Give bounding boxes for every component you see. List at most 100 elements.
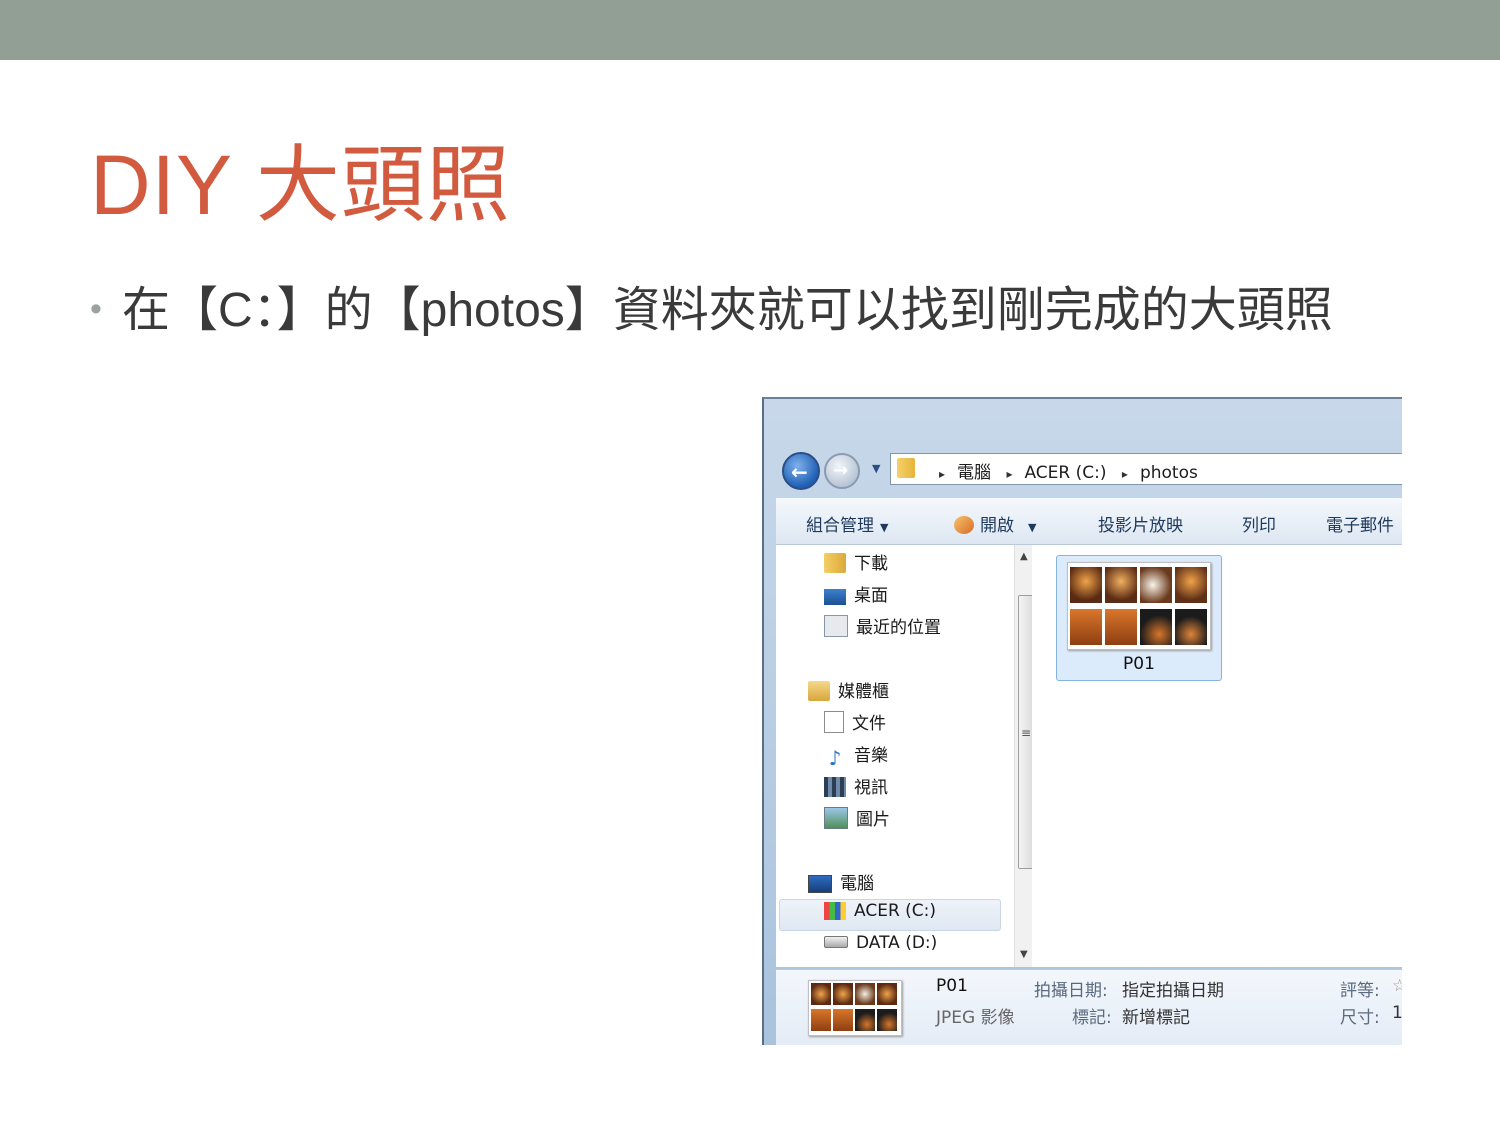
recent-places-icon	[824, 615, 848, 637]
nav-item-recent[interactable]: 最近的位置	[824, 613, 941, 641]
nav-item-label: ACER (C:)	[854, 901, 937, 921]
photo-frame	[811, 983, 831, 1005]
command-bar: 組合管理 ▼ 開啟 ▼ 投影片放映 列印 電子郵件	[776, 497, 1402, 545]
forward-button[interactable]: →	[824, 453, 860, 489]
nav-item-computer[interactable]: 電腦	[808, 869, 874, 897]
nav-item-music[interactable]: ♪ 音樂	[824, 741, 888, 770]
downloads-folder-icon	[824, 553, 846, 573]
details-tags-value[interactable]: 新增標記	[1122, 1003, 1190, 1028]
photo-frame	[855, 983, 875, 1005]
windows-drive-icon	[824, 902, 846, 920]
details-file-type: JPEG 影像	[936, 1008, 1015, 1028]
slide-title: DIY 大頭照	[90, 138, 511, 232]
details-date-value[interactable]: 指定拍攝日期	[1122, 976, 1224, 1001]
chevron-down-icon[interactable]: ▼	[1028, 521, 1036, 534]
photo-frame	[1175, 567, 1207, 603]
back-arrow-icon: ←	[791, 460, 808, 484]
music-note-icon: ♪	[828, 746, 842, 770]
photo-frame	[877, 983, 897, 1005]
nav-item-downloads[interactable]: 下載	[824, 549, 888, 577]
nav-item-documents[interactable]: 文件	[824, 709, 886, 737]
photo-frame	[1070, 609, 1102, 645]
nav-item-drive-d[interactable]: DATA (D:)	[824, 933, 937, 961]
photo-thumbnail	[1067, 562, 1211, 650]
file-list: P01	[1032, 545, 1402, 967]
navigation-pane: 下載 桌面 最近的位置 媒體櫃 文件 ♪ 音樂 視訊 圖片 電腦 ACER (C:…	[776, 545, 1035, 967]
breadcrumb-separator-icon[interactable]: ▸	[1122, 467, 1128, 481]
photo-frame	[1140, 609, 1172, 645]
recent-pages-dropdown-icon[interactable]: ▼	[872, 462, 880, 475]
nav-item-label: 桌面	[854, 586, 888, 606]
nav-item-label: 最近的位置	[856, 618, 941, 638]
photo-frame	[833, 1009, 853, 1031]
nav-item-label: 視訊	[854, 778, 888, 798]
documents-icon	[824, 711, 844, 733]
details-thumbnail	[808, 980, 902, 1036]
breadcrumb: ▸ 電腦 ▸ ACER (C:) ▸ photos	[929, 458, 1198, 483]
organize-button[interactable]: 組合管理 ▼	[806, 511, 888, 536]
nav-item-libraries[interactable]: 媒體櫃	[808, 677, 889, 705]
breadcrumb-separator-icon[interactable]: ▸	[1006, 467, 1012, 481]
breadcrumb-drive-c[interactable]: ACER (C:)	[1024, 463, 1106, 483]
slide-top-bar	[0, 0, 1500, 60]
slide-bullet: • 在【C：】的【photos】資料夾就可以找到剛完成的大頭照	[90, 270, 1333, 340]
photo-frame	[1105, 567, 1137, 603]
open-button[interactable]: 開啟 ▼	[954, 511, 1036, 536]
libraries-icon	[808, 681, 830, 701]
film-strip-icon	[824, 777, 846, 797]
nav-item-drive-c[interactable]: ACER (C:)	[824, 901, 936, 929]
scroll-up-icon[interactable]: ▲	[1020, 551, 1028, 562]
photo-frame	[833, 983, 853, 1005]
bullet-text: 在【C：】的【photos】資料夾就可以找到剛完成的大頭照	[122, 284, 1333, 337]
rating-star-icon[interactable]: ☆	[1392, 976, 1402, 996]
file-name-label: P01	[1123, 654, 1155, 674]
nav-item-label: 電腦	[840, 874, 874, 894]
photo-frame	[1175, 609, 1207, 645]
open-with-icon	[954, 516, 974, 534]
photo-frame	[1140, 567, 1172, 603]
nav-item-desktop[interactable]: 桌面	[824, 581, 888, 609]
file-item-p01[interactable]: P01	[1056, 555, 1222, 681]
photo-frame	[1105, 609, 1137, 645]
email-button[interactable]: 電子郵件	[1326, 511, 1394, 536]
nav-item-pictures[interactable]: 圖片	[824, 805, 890, 833]
nav-item-label: 媒體櫃	[838, 682, 889, 702]
scroll-down-icon[interactable]: ▼	[1020, 949, 1028, 960]
address-bar[interactable]: ▸ 電腦 ▸ ACER (C:) ▸ photos	[890, 453, 1402, 485]
hard-drive-icon	[824, 936, 848, 948]
breadcrumb-computer[interactable]: 電腦	[957, 463, 991, 483]
desktop-icon	[824, 589, 846, 605]
details-file-name: P01	[936, 976, 968, 996]
chevron-down-icon: ▼	[880, 521, 889, 534]
navigation-bar: ← → ▼ ▸ 電腦 ▸ ACER (C:) ▸ photos	[764, 447, 1402, 491]
nav-item-label: 下載	[854, 554, 888, 574]
photo-frame	[877, 1009, 897, 1031]
details-date-label: 拍攝日期:	[1034, 981, 1108, 1001]
explorer-window: ← → ▼ ▸ 電腦 ▸ ACER (C:) ▸ photos 組合管理 ▼ 開啟 ▼ 投…	[762, 397, 1402, 1045]
grip-icon: ≡	[1021, 726, 1032, 740]
pictures-icon	[824, 807, 848, 829]
details-tags-label: 標記:	[1072, 1008, 1112, 1028]
details-rating-label: 評等:	[1340, 981, 1380, 1001]
photo-frame	[1070, 567, 1102, 603]
breadcrumb-separator-icon[interactable]: ▸	[939, 467, 945, 481]
bullet-marker: •	[90, 290, 102, 328]
nav-item-label: 圖片	[856, 810, 890, 830]
print-button[interactable]: 列印	[1242, 511, 1276, 536]
nav-item-label: DATA (D:)	[856, 933, 938, 953]
nav-item-videos[interactable]: 視訊	[824, 773, 888, 801]
photo-frame	[811, 1009, 831, 1031]
details-size-value: 1	[1392, 1003, 1402, 1023]
slideshow-button[interactable]: 投影片放映	[1098, 511, 1183, 536]
nav-item-label: 文件	[852, 714, 886, 734]
computer-icon	[808, 875, 832, 893]
folder-icon	[897, 458, 915, 478]
back-button[interactable]: ←	[782, 452, 820, 490]
breadcrumb-photos[interactable]: photos	[1140, 463, 1198, 483]
open-label: 開啟	[980, 516, 1014, 536]
nav-item-label: 音樂	[854, 746, 888, 766]
organize-label: 組合管理	[806, 516, 874, 536]
details-pane: P01 JPEG 影像 拍攝日期: 指定拍攝日期 標記: 新增標記 評等: ☆ …	[776, 969, 1402, 1045]
photo-frame	[855, 1009, 875, 1031]
forward-arrow-icon: →	[833, 460, 849, 481]
